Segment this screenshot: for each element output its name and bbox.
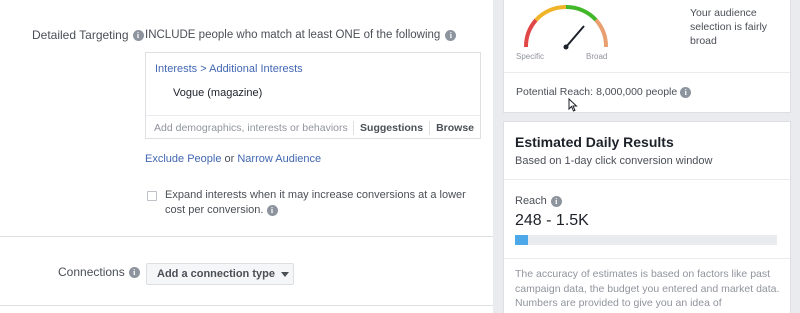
reach-value: 248 - 1.5K [515,212,589,229]
suggestions-button[interactable]: Suggestions [353,120,429,135]
gauge-broad-label: Broad [586,52,608,61]
card-divider [504,72,790,73]
narrow-audience-link[interactable]: Narrow Audience [237,153,321,165]
caret-down-icon [280,271,289,277]
potential-reach: Potential Reach: 8,000,000 people i [516,86,692,98]
targeting-input-row: Suggestions Browse [146,115,480,139]
audience-description: Your audience selection is fairly broad [690,7,768,47]
estimate-disclaimer: The accuracy of estimates is based on fa… [515,268,780,309]
info-icon[interactable]: i [266,205,278,216]
mouse-pointer-icon [568,98,578,112]
browse-button[interactable]: Browse [429,120,480,135]
reach-bar [515,235,777,245]
reach-bar-fill [515,235,529,245]
reach-label: Reach i [515,195,562,207]
targeting-box: Interests > Additional Interests Vogue (… [145,52,481,139]
interest-breadcrumb[interactable]: Interests > Additional Interests [155,63,303,75]
exclude-narrow-line: Exclude People or Narrow Audience [145,153,321,165]
detailed-targeting-label: Detailed Targeting i [32,28,144,42]
expand-interests-checkbox[interactable] [147,191,157,201]
add-connection-type-dropdown[interactable]: Add a connection type [146,263,294,285]
info-icon[interactable]: i [128,266,140,278]
info-icon[interactable]: i [132,29,144,41]
gauge-specific-label: Specific [516,52,545,61]
info-icon[interactable]: i [680,86,692,98]
info-icon[interactable]: i [445,29,457,41]
edr-subtitle: Based on 1-day click conversion window [515,155,713,167]
or-text: or [224,153,235,165]
estimated-daily-results-card: Estimated Daily Results Based on 1-day c… [503,121,791,313]
targeting-search-input[interactable] [146,116,354,139]
audience-size-card: Specific Broad Your audience selection i… [503,0,791,113]
edr-title: Estimated Daily Results [515,134,674,150]
section-divider [0,236,493,237]
card-divider [504,258,790,259]
info-icon[interactable]: i [550,195,562,207]
card-divider [504,179,790,180]
exclude-people-link[interactable]: Exclude People [145,153,221,165]
include-text: INCLUDE people who match at least ONE of… [145,29,457,41]
connections-label: Connections i [58,265,140,279]
expand-interests-text: Expand interests when it may increase co… [165,189,466,216]
targeting-panel: Detailed Targeting i INCLUDE people who … [0,0,493,313]
selected-interest[interactable]: Vogue (magazine) [173,87,262,99]
section-divider [0,305,493,306]
